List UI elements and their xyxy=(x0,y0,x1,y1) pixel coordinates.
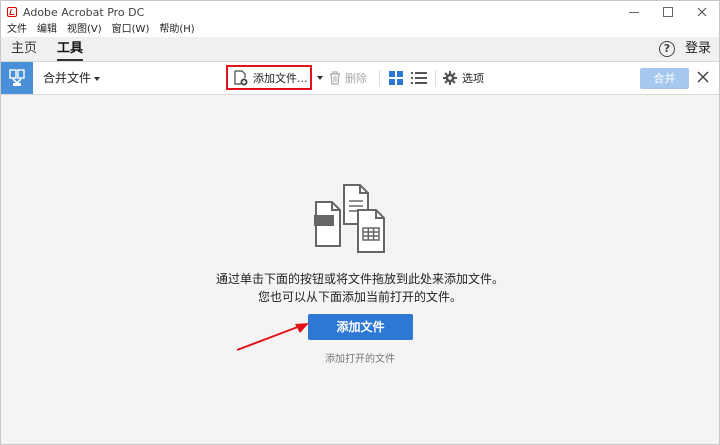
main-content: 通过单击下面的按钮或将文件拖放到此处来添加文件。 您也可以从下面添加当前打开的文… xyxy=(1,95,719,444)
menu-file[interactable]: 文件 xyxy=(3,23,31,37)
menu-window[interactable]: 窗口(W) xyxy=(108,23,154,37)
add-files-label: 添加文件... xyxy=(253,71,308,85)
toolbar-divider xyxy=(379,70,380,86)
close-icon xyxy=(697,7,707,17)
options-button[interactable]: 选项 xyxy=(443,62,484,94)
window-controls xyxy=(617,1,719,23)
toolbar-divider xyxy=(435,70,436,86)
maximize-icon xyxy=(663,7,673,17)
add-files-button[interactable]: 添加文件... xyxy=(226,65,312,90)
grid-view-icon[interactable] xyxy=(389,71,403,85)
tab-home[interactable]: 主页 xyxy=(1,37,47,61)
files-illustration-icon xyxy=(314,184,385,253)
minimize-icon xyxy=(629,11,639,13)
login-button[interactable]: 登录 xyxy=(685,37,711,61)
delete-label: 删除 xyxy=(345,72,367,85)
list-view-icon[interactable] xyxy=(411,71,427,85)
combine-icon xyxy=(9,69,25,86)
menu-help[interactable]: 帮助(H) xyxy=(155,23,198,37)
options-label: 选项 xyxy=(462,72,484,85)
help-icon[interactable]: ? xyxy=(659,41,675,57)
menu-edit[interactable]: 编辑 xyxy=(33,23,61,37)
tab-tools[interactable]: 工具 xyxy=(47,37,93,61)
menu-view[interactable]: 视图(V) xyxy=(63,23,106,37)
title-bar: Adobe Acrobat Pro DC xyxy=(1,1,719,23)
close-tool-icon[interactable] xyxy=(696,70,710,84)
add-open-files-link[interactable]: 添加打开的文件 xyxy=(1,350,719,365)
trash-icon xyxy=(330,71,340,85)
close-window-button[interactable] xyxy=(685,1,719,23)
chevron-down-icon xyxy=(94,76,101,81)
acrobat-logo-icon xyxy=(7,7,17,17)
gear-icon xyxy=(443,71,457,85)
nav-bar: 主页 工具 ? 登录 xyxy=(1,37,719,62)
combine-files-tool-icon xyxy=(1,62,33,94)
tool-toolbar: 合并文件 添加文件... 删除 选项 合并 xyxy=(1,62,719,95)
merge-button[interactable]: 合并 xyxy=(640,68,689,89)
maximize-button[interactable] xyxy=(651,1,685,23)
app-window: Adobe Acrobat Pro DC 文件 编辑 视图(V) 窗口(W) 帮… xyxy=(0,0,720,445)
add-files-dropdown-icon[interactable] xyxy=(317,76,323,80)
instruction-text-line1: 通过单击下面的按钮或将文件拖放到此处来添加文件。 xyxy=(215,272,504,286)
window-title: Adobe Acrobat Pro DC xyxy=(23,5,145,19)
instruction-text-line2: 您也可以从下面添加当前打开的文件。 xyxy=(257,290,462,304)
tool-name-label: 合并文件 xyxy=(43,71,92,85)
delete-button[interactable]: 删除 xyxy=(329,62,367,94)
red-arrow-annotation-icon xyxy=(236,323,309,351)
tool-name-dropdown[interactable]: 合并文件 xyxy=(43,62,101,94)
add-files-primary-button[interactable]: 添加文件 xyxy=(308,314,413,340)
minimize-button[interactable] xyxy=(617,1,651,23)
menu-bar: 文件 编辑 视图(V) 窗口(W) 帮助(H) xyxy=(1,23,719,37)
add-file-icon xyxy=(234,69,248,85)
